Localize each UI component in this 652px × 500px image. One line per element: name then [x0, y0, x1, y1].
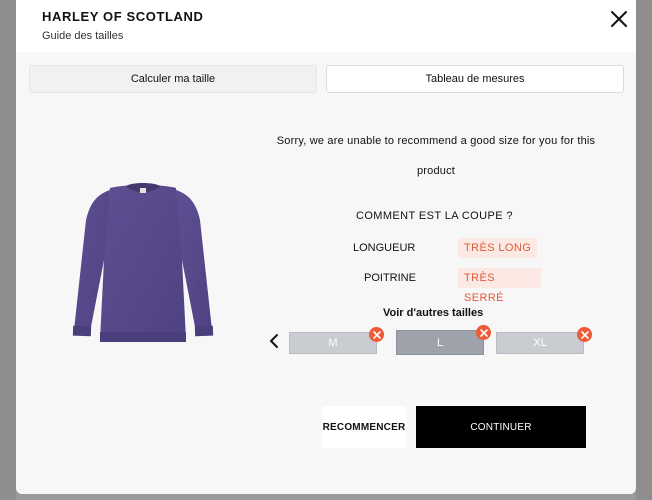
remove-size-xl-button[interactable] [577, 327, 592, 342]
tab-calculate-size[interactable]: Calculer ma taille [29, 65, 317, 93]
close-icon [580, 330, 589, 339]
close-icon [611, 11, 627, 27]
page-backdrop-right [636, 0, 652, 500]
size-chip-m[interactable]: M [289, 332, 377, 354]
fit-label-length: LONGUEUR [353, 242, 416, 254]
close-icon [479, 328, 488, 337]
chevron-left-icon [270, 334, 278, 348]
other-sizes-title: Voir d'autres tailles [383, 307, 484, 319]
previous-size-button[interactable] [268, 333, 280, 349]
tab-measurement-table[interactable]: Tableau de mesures [326, 65, 624, 93]
continue-button[interactable]: CONTINUER [416, 406, 586, 448]
modal-header: HARLEY OF SCOTLAND Guide des tailles [16, 0, 636, 52]
brand-title: HARLEY OF SCOTLAND [42, 9, 204, 24]
close-button[interactable] [610, 10, 628, 28]
remove-size-l-button[interactable] [476, 325, 491, 340]
size-chip-l[interactable]: L [396, 330, 484, 355]
modal-subtitle: Guide des tailles [42, 30, 124, 42]
recommendation-message: Sorry, we are unable to recommend a good… [276, 135, 596, 177]
size-chip-xl[interactable]: XL [496, 332, 584, 354]
size-guide-tabs: Calculer ma taille Tableau de mesures [29, 65, 625, 93]
size-chip-label: XL [533, 337, 547, 349]
page-backdrop-left [0, 0, 16, 500]
size-guide-modal: HARLEY OF SCOTLAND Guide des tailles Cal… [16, 0, 636, 494]
fit-value-length: TRÈS LONG [458, 238, 538, 258]
fit-label-chest: POITRINE [364, 272, 416, 284]
size-chip-label: L [436, 336, 444, 349]
size-chip-label: M [328, 337, 338, 349]
product-image [72, 183, 214, 342]
restart-button[interactable]: RECOMMENCER [322, 406, 406, 448]
fit-row-length: LONGUEUR TRÈS LONG [341, 238, 541, 258]
remove-size-m-button[interactable] [369, 327, 384, 342]
fit-row-chest: POITRINE TRÈS SERRÉ [341, 268, 541, 304]
fit-value-chest: TRÈS SERRÉ [458, 268, 541, 304]
close-icon [372, 330, 381, 339]
fit-title: COMMENT EST LA COUPE ? [356, 210, 513, 222]
